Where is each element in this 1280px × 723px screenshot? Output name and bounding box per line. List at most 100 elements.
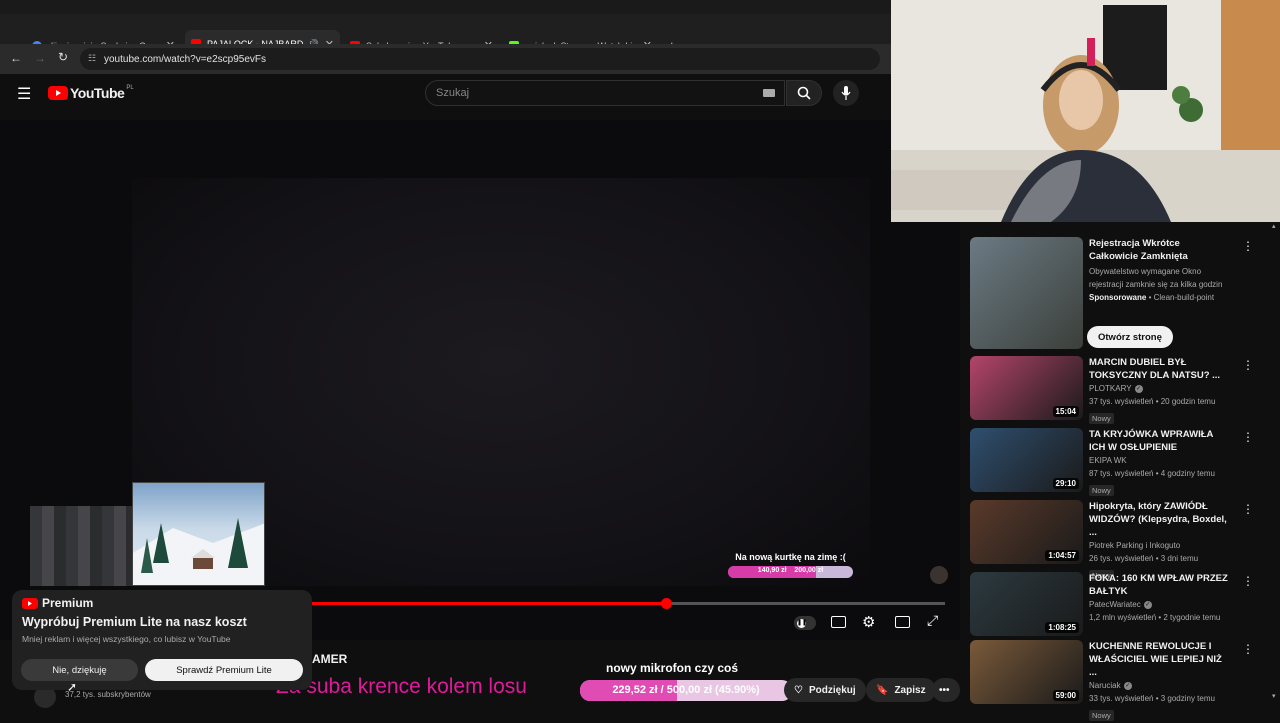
premium-promo-dialog: Premium Wypróbuj Premium Lite na nasz ko… (12, 590, 312, 690)
list-item[interactable]: 1:08:25 FOKA: 160 KM WPŁAW PRZEZ BAŁTYK … (970, 572, 1270, 636)
more-vertical-icon[interactable]: ⋮ (1242, 239, 1254, 253)
video-thumbnail[interactable]: 1:04:57 (970, 500, 1083, 564)
winter-painting-overlay (132, 482, 265, 586)
video-meta: 1,2 mln wyświetleń • 2 tygodnie temu (1089, 613, 1221, 622)
stream-overlay-text: Za suba krence kolem losu (276, 675, 527, 698)
menu-icon[interactable]: ☰ (17, 84, 31, 104)
stream-goal-widget: Na nową kurtkę na zimę :( 140,90 zł 200,… (728, 552, 853, 584)
streamer-webcam-image (891, 0, 1280, 222)
video-thumbnail[interactable]: 59:00 (970, 640, 1083, 704)
channel-name[interactable]: Piotrek Parking i Inkoguto (1089, 539, 1229, 552)
streamer-avatar-icon (930, 566, 948, 584)
thanks-button[interactable]: ♡ Podziękuj (784, 678, 866, 702)
youtube-play-icon (48, 86, 68, 100)
mouse-cursor-icon: ➚ (67, 680, 78, 694)
pixelated-overlay (30, 506, 132, 586)
more-vertical-icon[interactable]: ⋮ (1242, 430, 1254, 444)
list-item[interactable]: 1:04:57 Hipokryta, który ZAWIÓDŁ WIDZÓW?… (970, 500, 1270, 581)
verified-icon: ✓ (1143, 600, 1152, 609)
webcam-overlay (891, 0, 1280, 222)
pause-icon: ❚❚ (797, 618, 808, 628)
open-page-button[interactable]: Otwórz stronę (1087, 326, 1173, 348)
youtube-logo[interactable]: YouTube PL (48, 85, 134, 101)
site-info-icon[interactable]: ☷ (88, 53, 96, 64)
ad-image (970, 237, 1083, 349)
ad-thumbnail[interactable] (970, 237, 1083, 349)
video-thumbnail[interactable]: 1:08:25 (970, 572, 1083, 636)
keyboard-icon[interactable] (763, 89, 775, 97)
ad-title[interactable]: Rejestracja Wkrótce Całkowicie Zamknięta (1089, 237, 1229, 263)
list-item[interactable]: 29:10 TA KRYJÓWKA WPRAWIŁA ICH W OSŁUPIE… (970, 428, 1270, 496)
voice-search-button[interactable] (833, 80, 859, 106)
url-input[interactable]: ☷ youtube.com/watch?v=e2scp95evFs (80, 48, 880, 70)
channel-name[interactable]: EKIPA WK (1089, 454, 1229, 467)
mic-goal-title: nowy mikrofon czy coś (606, 661, 739, 675)
scroll-down-icon[interactable]: ▾ (1272, 692, 1278, 700)
miniplayer-icon[interactable] (895, 616, 910, 628)
video-meta: 33 tys. wyświetleń • 3 godziny temu (1089, 694, 1215, 703)
mic-goal-bar: 229,52 zł / 500,00 zł (45.90%) (580, 680, 792, 701)
back-icon[interactable]: ← (10, 51, 22, 65)
video-meta: 37 tys. wyświetleń • 20 godzin temu (1089, 397, 1216, 406)
channel-name[interactable]: Naruciak ✓ (1089, 679, 1229, 692)
recommendations-sidebar: Rejestracja Wkrótce Całkowicie Zamknięta… (960, 222, 1280, 721)
video-title[interactable]: FOKA: 160 KM WPŁAW PRZEZ BAŁTYK (1089, 572, 1229, 598)
verified-icon: ✓ (1123, 681, 1132, 690)
video-title[interactable]: Hipokryta, który ZAWIÓDŁ WIDZÓW? (Klepsy… (1089, 500, 1229, 539)
duration-badge: 15:04 (1052, 406, 1079, 417)
subtitles-icon[interactable] (831, 616, 846, 628)
autoplay-toggle[interactable]: ❚❚ (794, 616, 816, 630)
search-input[interactable]: Szukaj (425, 80, 785, 106)
scrubber-handle[interactable] (661, 598, 672, 609)
ad-description: Obywatelstwo wymagane Okno rejestracji z… (1089, 267, 1223, 289)
more-vertical-icon[interactable]: ⋮ (1242, 642, 1254, 656)
goal-progress-bar: 140,90 zł 200,00 zł (728, 566, 853, 578)
fullscreen-icon[interactable]: ⤢ (927, 612, 938, 629)
subscriber-count: 37,2 tys. subskrybentów (65, 690, 151, 699)
youtube-header: ☰ YouTube PL Szukaj (0, 74, 960, 120)
search-button[interactable] (786, 80, 822, 106)
more-horizontal-icon: ••• (939, 684, 950, 696)
bookmark-icon: 🔖 (876, 684, 889, 696)
premium-body: Mniej reklam i więcej wszystkiego, co lu… (22, 634, 231, 644)
video-player[interactable]: Na nową kurtkę na zimę :( 140,90 zł 200,… (0, 120, 960, 640)
ad-sponsor-line: Sponsorowane • Clean-build-point (1089, 293, 1215, 302)
premium-logo: Premium (22, 596, 302, 610)
more-vertical-icon[interactable]: ⋮ (1242, 358, 1254, 372)
new-badge: Nowy (1089, 485, 1114, 496)
video-title: AMER (312, 652, 348, 666)
save-button[interactable]: 🔖 Zapisz (866, 678, 936, 702)
more-vertical-icon[interactable]: ⋮ (1242, 502, 1254, 516)
ad-card[interactable]: Rejestracja Wkrótce Całkowicie Zamknięta… (970, 237, 1270, 352)
settings-gear-icon[interactable]: ⚙ (862, 613, 875, 631)
channel-name[interactable]: PLOTKARY ✓ (1089, 382, 1229, 395)
more-actions-button[interactable]: ••• (932, 678, 960, 702)
video-thumbnail[interactable]: 29:10 (970, 428, 1083, 492)
duration-badge: 59:00 (1052, 690, 1079, 701)
channel-name[interactable]: PatecWariatec ✓ (1089, 598, 1229, 611)
more-vertical-icon[interactable]: ⋮ (1242, 574, 1254, 588)
new-badge: Nowy (1089, 413, 1114, 424)
premium-title: Wypróbuj Premium Lite na nasz koszt (22, 615, 247, 629)
scroll-up-icon[interactable]: ▴ (1272, 222, 1278, 230)
video-title[interactable]: TA KRYJÓWKA WPRAWIŁA ICH W OSŁUPIENIE (1089, 428, 1229, 454)
video-meta: 26 tys. wyświetleń • 3 dni temu (1089, 554, 1199, 563)
list-item[interactable]: 59:00 KUCHENNE REWOLUCJE I WŁAŚCICIEL WI… (970, 640, 1270, 721)
forward-icon[interactable]: → (34, 51, 46, 65)
youtube-play-icon (22, 597, 38, 609)
duration-badge: 1:08:25 (1045, 622, 1079, 633)
duration-badge: 29:10 (1052, 478, 1079, 489)
winter-landscape-image (133, 518, 264, 585)
search-icon (797, 86, 811, 100)
dollar-heart-icon: ♡ (794, 684, 803, 696)
verified-icon: ✓ (1134, 384, 1143, 393)
list-item[interactable]: 15:04 MARCIN DUBIEL BYŁ TOKSYCZNY DLA NA… (970, 356, 1270, 424)
browser-tab-bar: ⌄ dji mic mini - Szukaj w Google ✕ PAJAL… (0, 0, 891, 58)
reload-icon[interactable]: ↻ (58, 50, 68, 64)
try-premium-button[interactable]: Sprawdź Premium Lite (145, 659, 303, 681)
video-title[interactable]: MARCIN DUBIEL BYŁ TOKSYCZNY DLA NATSU? .… (1089, 356, 1229, 382)
decline-button[interactable]: Nie, dziękuję (21, 659, 138, 681)
address-bar: ← → ↻ ☷ youtube.com/watch?v=e2scp95evFs (0, 44, 891, 74)
video-title[interactable]: KUCHENNE REWOLUCJE I WŁAŚCICIEL WIE LEPI… (1089, 640, 1229, 679)
video-thumbnail[interactable]: 15:04 (970, 356, 1083, 420)
